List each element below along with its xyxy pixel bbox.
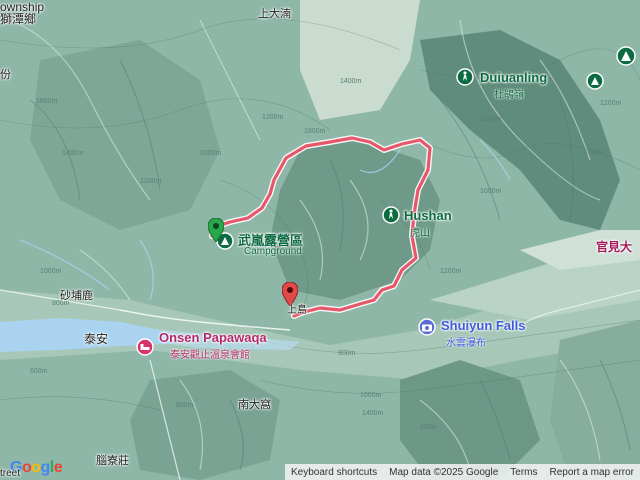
hiking-icon: [382, 206, 400, 224]
nandahu-label: 南大窩: [238, 399, 271, 411]
start-marker-icon: [207, 217, 225, 243]
shulanzhuang-label: 腦寮莊: [96, 455, 129, 467]
map-footer: Keyboard shortcuts Map data ©2025 Google…: [284, 464, 640, 480]
camping-poi[interactable]: [586, 72, 604, 95]
terms-link[interactable]: Terms: [504, 467, 543, 478]
falls-poi[interactable]: [418, 318, 436, 341]
map-canvas[interactable]: 1400m 1200m 1000m 1800m 1600m 1400m 1200…: [0, 0, 640, 480]
falls-sub: 水雲瀑布: [446, 338, 486, 349]
report-error-link[interactable]: Report a map error: [544, 467, 640, 478]
onsen-sub: 泰安觀止溫泉會館: [170, 350, 250, 361]
duiuanling-name[interactable]: Duiuanling: [480, 70, 547, 85]
shibulu-label: 砂埔鹿: [60, 290, 93, 302]
taian-label: 泰安: [84, 332, 109, 346]
camping-poi-2[interactable]: [616, 46, 636, 71]
map-data-attribution: Map data ©2025 Google: [389, 466, 499, 478]
guanjian-label: 官見大: [596, 240, 633, 254]
onsen-poi[interactable]: [136, 338, 154, 361]
hiking-icon: [456, 68, 474, 86]
hushan-name[interactable]: Hushan: [404, 208, 452, 223]
keyboard-shortcuts-link[interactable]: Keyboard shortcuts: [285, 467, 383, 478]
camera-icon: [418, 318, 436, 336]
hotel-icon: [136, 338, 154, 356]
falls-name[interactable]: Shuiyun Falls: [441, 318, 526, 333]
duiuanling-sub: 杜鵑嶺: [494, 90, 524, 101]
campground-sub: Campground: [244, 246, 302, 257]
onsen-name[interactable]: Onsen Papawaqa: [159, 330, 267, 345]
fen-label: 份: [0, 69, 11, 81]
hushan-poi[interactable]: [382, 206, 400, 229]
start-pin[interactable]: [207, 217, 225, 247]
trailhead-label: 上島: [287, 305, 307, 316]
shangdahu-label: 上大湳: [258, 8, 291, 20]
township-cn-label: 獅潭鄉: [0, 12, 37, 26]
street-label: treet: [0, 468, 21, 479]
tent-icon: [586, 72, 604, 90]
hushan-sub: 虎山: [410, 228, 430, 239]
tent-icon: [616, 46, 636, 66]
duiuanling-poi[interactable]: [456, 68, 474, 91]
